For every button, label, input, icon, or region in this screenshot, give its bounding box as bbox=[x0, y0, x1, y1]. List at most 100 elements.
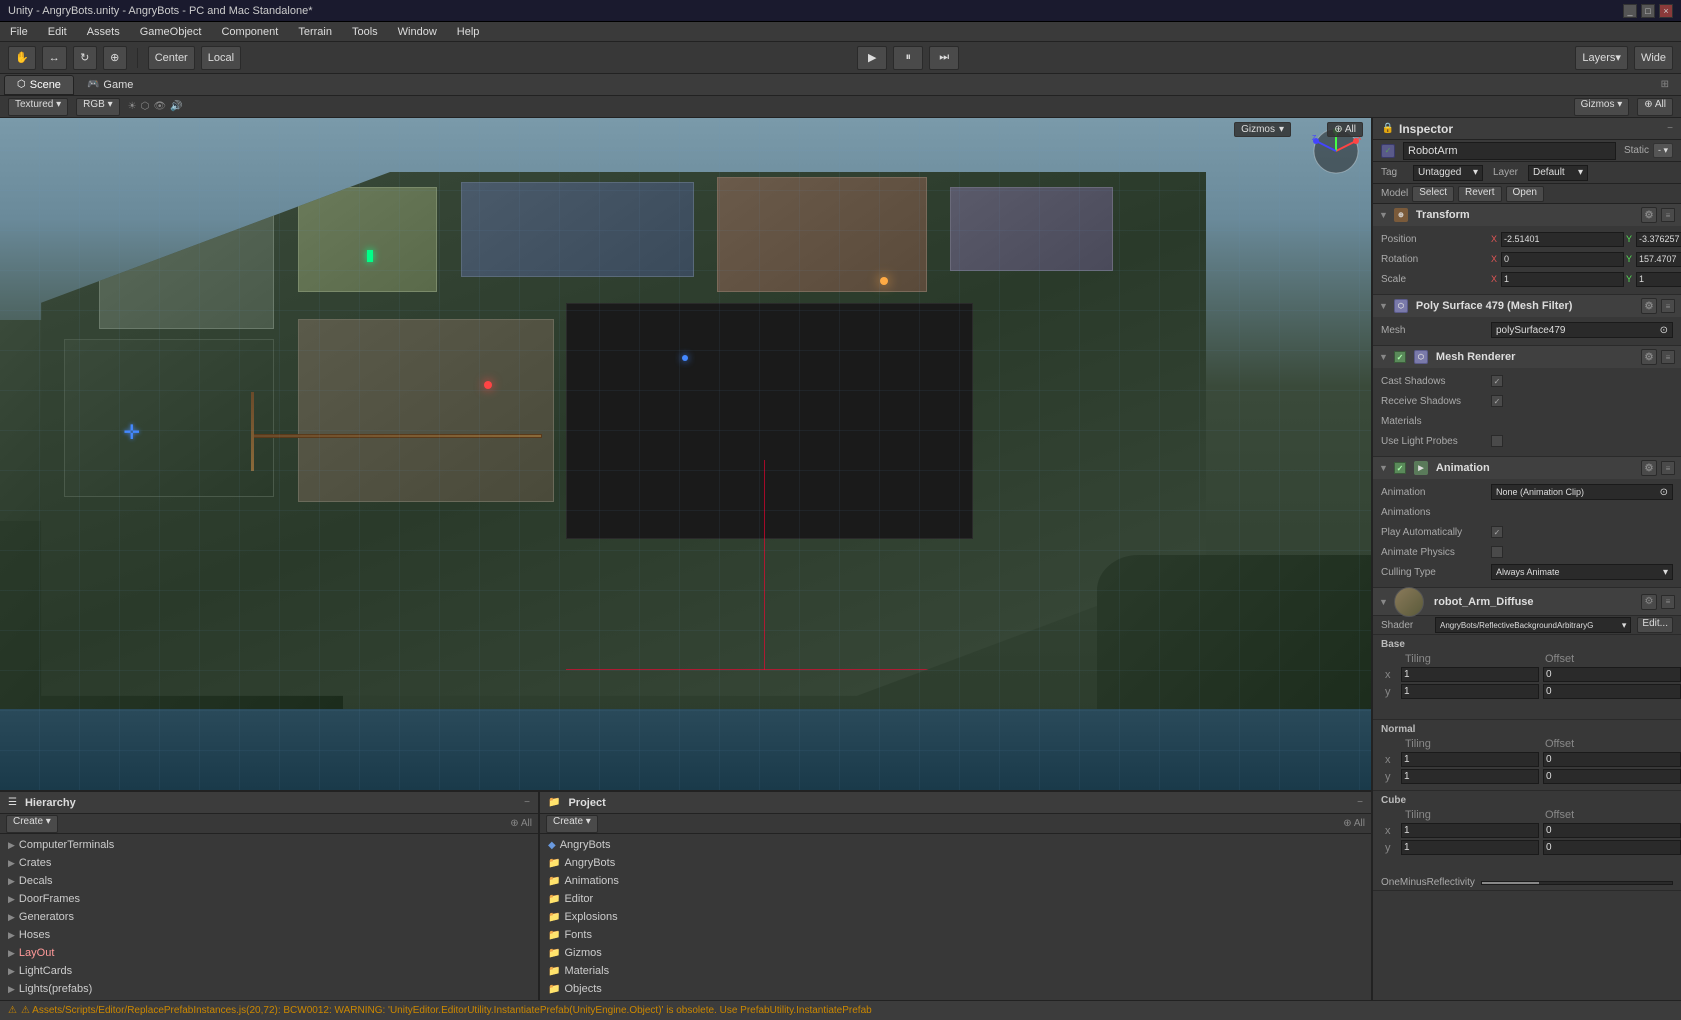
hierarchy-create-btn[interactable]: Create ▾ bbox=[6, 815, 58, 833]
close-button[interactable]: × bbox=[1659, 4, 1673, 18]
hierarchy-all-btn[interactable]: ⊕ All bbox=[510, 818, 532, 829]
scene-viewport[interactable]: ✛ X Y Z bbox=[0, 118, 1371, 790]
play-auto-checkbox[interactable]: ✓ bbox=[1491, 526, 1503, 538]
minimize-button[interactable]: _ bbox=[1623, 4, 1637, 18]
model-open-btn[interactable]: Open bbox=[1506, 186, 1544, 202]
layers-dropdown[interactable]: Layers ▾ bbox=[1575, 46, 1628, 70]
animation-gear[interactable]: ⚙ bbox=[1641, 460, 1657, 476]
menu-component[interactable]: Component bbox=[217, 24, 282, 40]
material-header[interactable]: ▼ robot_Arm_Diffuse ⚙ ≡ bbox=[1373, 588, 1681, 616]
mesh-filter-gear[interactable]: ⚙ bbox=[1641, 298, 1657, 314]
animation-header[interactable]: ▼ ✓ ▶ Animation ⚙ ≡ bbox=[1373, 457, 1681, 479]
inspector-close[interactable]: − bbox=[1667, 123, 1673, 134]
normal-offset-x[interactable] bbox=[1543, 752, 1681, 767]
culling-type-field[interactable]: Always Animate▾ bbox=[1491, 564, 1673, 580]
gizmos-btn[interactable]: Gizmos ▾ bbox=[1574, 98, 1630, 116]
pause-button[interactable]: ⏸ bbox=[893, 46, 923, 70]
menu-window[interactable]: Window bbox=[394, 24, 441, 40]
layer-dropdown[interactable]: Default▾ bbox=[1528, 165, 1588, 181]
hierarchy-item-pipes[interactable]: ▶ Pipes bbox=[0, 998, 538, 1000]
base-offset-y[interactable] bbox=[1543, 684, 1681, 699]
base-offset-x[interactable] bbox=[1543, 667, 1681, 682]
receive-shadows-checkbox[interactable]: ✓ bbox=[1491, 395, 1503, 407]
material-menu[interactable]: ≡ bbox=[1661, 595, 1675, 609]
hierarchy-item-generators[interactable]: ▶ Generators bbox=[0, 908, 538, 926]
scale-y[interactable] bbox=[1636, 272, 1681, 287]
hierarchy-item-layout[interactable]: ▶ LayOut bbox=[0, 944, 538, 962]
menu-assets[interactable]: Assets bbox=[83, 24, 124, 40]
project-close[interactable]: − bbox=[1357, 797, 1363, 808]
project-item-fonts[interactable]: 📁 Fonts bbox=[540, 926, 1371, 944]
normal-tiling-y[interactable] bbox=[1401, 769, 1539, 784]
project-item-explosions[interactable]: 📁 Explosions bbox=[540, 908, 1371, 926]
hierarchy-item-hoses[interactable]: ▶ Hoses bbox=[0, 926, 538, 944]
base-tiling-x[interactable] bbox=[1401, 667, 1539, 682]
gizmos-dropdown-btn[interactable]: Gizmos ▾ bbox=[1234, 122, 1291, 137]
play-button[interactable]: ▶ bbox=[857, 46, 887, 70]
hierarchy-close[interactable]: − bbox=[524, 797, 530, 808]
space-toggle[interactable]: Local bbox=[201, 46, 241, 70]
rot-x[interactable] bbox=[1501, 252, 1624, 267]
project-item-animations[interactable]: 📁 Animations bbox=[540, 872, 1371, 890]
project-item-physicmaterials[interactable]: 📁 PhysicMaterials bbox=[540, 998, 1371, 1000]
rotate-tool[interactable]: ↻ bbox=[73, 46, 97, 70]
base-tiling-y[interactable] bbox=[1401, 684, 1539, 699]
cube-offset-y[interactable] bbox=[1543, 840, 1681, 855]
mesh-filter-menu[interactable]: ≡ bbox=[1661, 299, 1675, 313]
project-item-editor[interactable]: 📁 Editor bbox=[540, 890, 1371, 908]
mesh-value-field[interactable]: polySurface479⊙ bbox=[1491, 322, 1673, 338]
mesh-renderer-gear[interactable]: ⚙ bbox=[1641, 349, 1657, 365]
animation-menu[interactable]: ≡ bbox=[1661, 461, 1675, 475]
project-item-materials[interactable]: 📁 Materials bbox=[540, 962, 1371, 980]
hierarchy-item-doorframes[interactable]: ▶ DoorFrames bbox=[0, 890, 538, 908]
tag-dropdown[interactable]: Untagged▾ bbox=[1413, 165, 1483, 181]
lock-icon[interactable]: 🔒 bbox=[1381, 122, 1395, 136]
mesh-renderer-toggle[interactable]: ✓ bbox=[1394, 351, 1406, 363]
project-create-btn[interactable]: Create ▾ bbox=[546, 815, 598, 833]
hierarchy-item-decals[interactable]: ▶ Decals bbox=[0, 872, 538, 890]
menu-edit[interactable]: Edit bbox=[44, 24, 71, 40]
hand-tool[interactable]: ✋ bbox=[8, 46, 36, 70]
pivot-toggle[interactable]: Center bbox=[148, 46, 195, 70]
tab-scene[interactable]: ⬡ Scene bbox=[4, 75, 74, 95]
cube-tiling-y[interactable] bbox=[1401, 840, 1539, 855]
hierarchy-item-crates[interactable]: ▶ Crates bbox=[0, 854, 538, 872]
material-gear[interactable]: ⚙ bbox=[1641, 594, 1657, 610]
transform-menu[interactable]: ≡ bbox=[1661, 208, 1675, 222]
project-item-gizmos[interactable]: 📁 Gizmos bbox=[540, 944, 1371, 962]
project-all-btn[interactable]: ⊕ All bbox=[1343, 818, 1365, 829]
rot-y[interactable] bbox=[1636, 252, 1681, 267]
menu-help[interactable]: Help bbox=[453, 24, 484, 40]
menu-file[interactable]: File bbox=[6, 24, 32, 40]
pos-y[interactable] bbox=[1636, 232, 1681, 247]
animation-clip-field[interactable]: None (Animation Clip)⊙ bbox=[1491, 484, 1673, 500]
mesh-renderer-menu[interactable]: ≡ bbox=[1661, 350, 1675, 364]
model-revert-btn[interactable]: Revert bbox=[1458, 186, 1501, 202]
use-light-probes-checkbox[interactable] bbox=[1491, 435, 1503, 447]
mesh-filter-header[interactable]: ▼ ⬡ Poly Surface 479 (Mesh Filter) ⚙ ≡ bbox=[1373, 295, 1681, 317]
object-name-field[interactable] bbox=[1403, 142, 1616, 160]
animation-toggle[interactable]: ✓ bbox=[1394, 462, 1406, 474]
tab-game[interactable]: 🎮 Game bbox=[74, 75, 146, 95]
mesh-renderer-header[interactable]: ▼ ✓ ⬡ Mesh Renderer ⚙ ≡ bbox=[1373, 346, 1681, 368]
pos-x[interactable] bbox=[1501, 232, 1624, 247]
menu-tools[interactable]: Tools bbox=[348, 24, 382, 40]
project-item-angrybots-folder[interactable]: 📁 AngryBots bbox=[540, 854, 1371, 872]
static-dropdown[interactable]: - ▾ bbox=[1653, 143, 1673, 158]
menu-gameobject[interactable]: GameObject bbox=[136, 24, 206, 40]
animate-physics-checkbox[interactable] bbox=[1491, 546, 1503, 558]
hierarchy-item-lightcards[interactable]: ▶ LightCards bbox=[0, 962, 538, 980]
shader-value-field[interactable]: AngryBots/ReflectiveBackgroundArbitraryG… bbox=[1435, 617, 1631, 633]
color-space-btn[interactable]: RGB ▾ bbox=[76, 98, 119, 116]
menu-terrain[interactable]: Terrain bbox=[294, 24, 336, 40]
shader-edit-btn[interactable]: Edit... bbox=[1637, 617, 1673, 633]
scale-tool[interactable]: ⊕ bbox=[103, 46, 127, 70]
hierarchy-item-lights[interactable]: ▶ Lights(prefabs) bbox=[0, 980, 538, 998]
layout-dropdown[interactable]: Wide bbox=[1634, 46, 1673, 70]
transform-header[interactable]: ▼ ⊕ Transform ⚙ ≡ bbox=[1373, 204, 1681, 226]
one-minus-slider[interactable] bbox=[1481, 881, 1673, 885]
model-select-btn[interactable]: Select bbox=[1412, 186, 1454, 202]
maximize-button[interactable]: □ bbox=[1641, 4, 1655, 18]
normal-tiling-x[interactable] bbox=[1401, 752, 1539, 767]
project-item-objects[interactable]: 📁 Objects bbox=[540, 980, 1371, 998]
